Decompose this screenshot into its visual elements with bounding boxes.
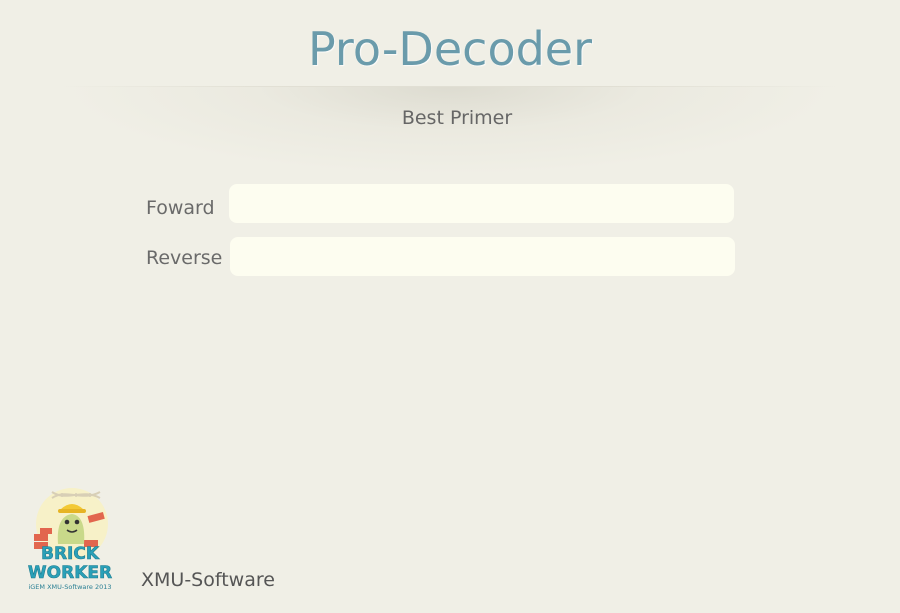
footer-credit: XMU-Software — [141, 569, 275, 591]
header-divider — [60, 86, 840, 87]
page-subtitle: Best Primer — [401, 107, 513, 129]
forward-label: Foward — [146, 197, 215, 219]
reverse-label: Reverse — [146, 247, 223, 269]
app-title: Pro-Decoder — [308, 22, 592, 76]
header-divider-glow — [60, 86, 840, 176]
logo-text-line1: BRICK — [41, 544, 100, 564]
reverse-primer-input[interactable] — [230, 237, 735, 276]
logo-caption: iGEM XMU-Software 2013 — [28, 583, 111, 591]
forward-primer-input[interactable] — [229, 184, 734, 223]
logo-text-line2: WORKER — [28, 563, 112, 583]
brick-worker-logo: BRICK WORKER iGEM XMU-Software 2013 — [28, 488, 112, 591]
